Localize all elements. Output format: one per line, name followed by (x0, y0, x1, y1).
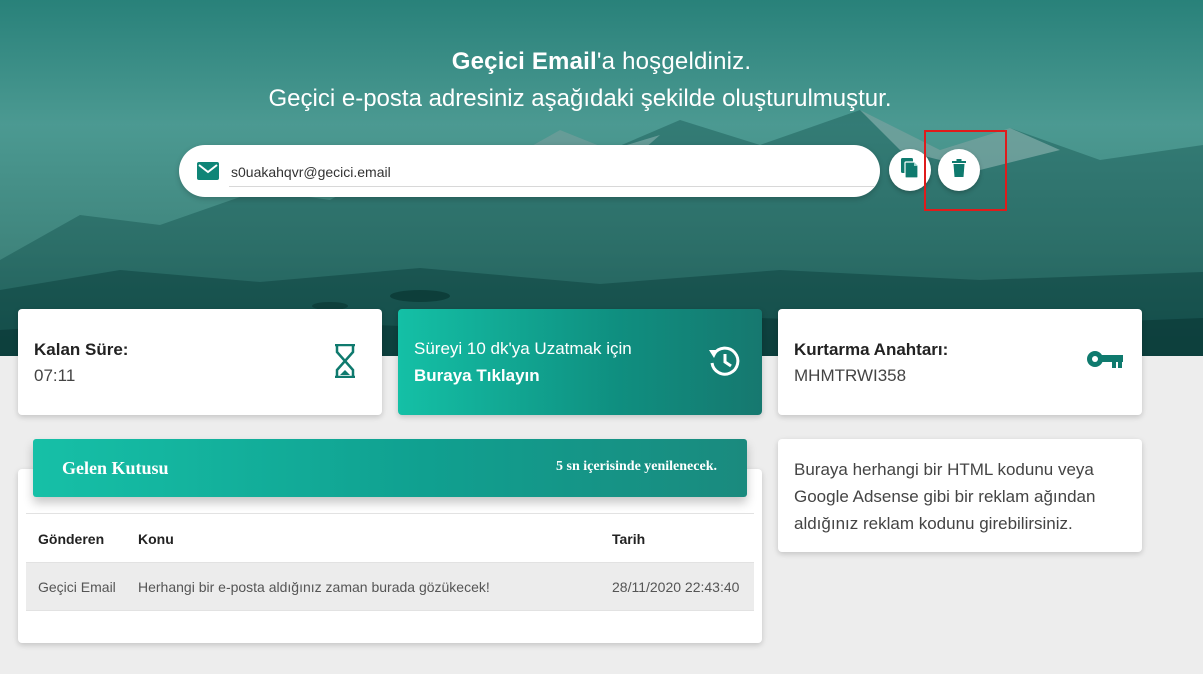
inbox-header: Gelen Kutusu 5 sn içerisinde yenilenecek… (33, 439, 747, 497)
key-icon (1086, 349, 1124, 376)
ad-placeholder-text: Buraya herhangi bir HTML kodunu veya Goo… (794, 460, 1096, 533)
hero-title-bold: Geçici Email (451, 48, 597, 75)
copy-icon (901, 157, 919, 183)
email-address-box (179, 145, 880, 197)
row-date: 28/11/2020 22:43:40 (612, 579, 740, 595)
history-icon (708, 344, 742, 383)
extend-time-card[interactable]: Süreyi 10 dk'ya Uzatmak için Buraya Tıkl… (398, 309, 762, 415)
hero-title: Geçici Email'a hoşgeldiniz. (0, 48, 1203, 76)
row-subject: Herhangi bir e-posta aldığınız zaman bur… (138, 579, 490, 595)
delete-button-highlight (924, 130, 1007, 211)
row-sender: Geçici Email (38, 579, 116, 595)
recovery-key-label: Kurtarma Anahtarı: (794, 340, 949, 359)
hero-title-rest: 'a hoşgeldiniz. (596, 48, 752, 75)
remaining-time-value: 07:11 (34, 366, 76, 385)
column-header-date: Tarih (612, 531, 646, 547)
extend-time-text: Süreyi 10 dk'ya Uzatmak için (414, 339, 632, 358)
recovery-key-value: MHMTRWI358 (794, 366, 907, 385)
table-header: Gönderen Konu Tarih (26, 513, 754, 563)
hero-subtitle: Geçici e-posta adresiniz aşağıdaki şekil… (268, 85, 892, 112)
email-address-field[interactable] (229, 157, 875, 187)
remaining-time-label: Kalan Süre: (34, 340, 129, 359)
remaining-time-card: Kalan Süre: 07:11 (18, 309, 382, 415)
ad-placeholder-card: Buraya herhangi bir HTML kodunu veya Goo… (778, 439, 1142, 552)
envelope-icon (197, 162, 219, 180)
inbox-title: Gelen Kutusu (62, 458, 169, 478)
extend-time-link[interactable]: Buraya Tıklayın (414, 366, 540, 386)
inbox-table: Gönderen Konu Tarih Geçici Email Herhang… (26, 513, 754, 611)
recovery-key-card: Kurtarma Anahtarı: MHMTRWI358 (778, 309, 1142, 415)
table-row[interactable]: Geçici Email Herhangi bir e-posta aldığı… (26, 563, 754, 611)
inbox-refresh-countdown: 5 sn içerisinde yenilenecek. (556, 459, 717, 474)
hourglass-icon (334, 343, 356, 383)
column-header-sender: Gönderen (38, 531, 105, 547)
column-header-subject: Konu (138, 531, 174, 547)
